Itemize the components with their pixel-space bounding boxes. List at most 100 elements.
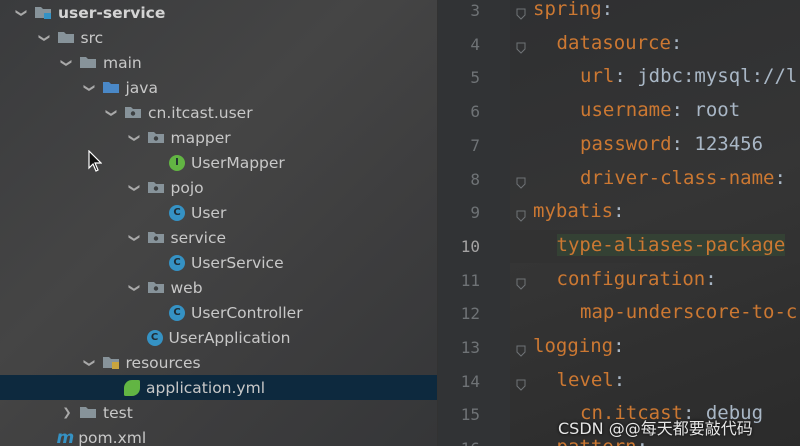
resources-folder-icon: [102, 356, 120, 369]
chevron-down-icon[interactable]: ❯: [82, 355, 98, 371]
tree-item-label: src: [80, 28, 104, 47]
code-line: map-underscore-to-c: [580, 301, 797, 323]
line-number: 7: [470, 135, 480, 155]
tree-item-mapper[interactable]: ❯ mapper: [0, 125, 437, 150]
tree-item-label: UserMapper: [191, 153, 285, 172]
chevron-down-icon[interactable]: ❯: [127, 230, 143, 246]
code-line: spring:: [533, 0, 613, 20]
watermark: CSDN @@每天都要敲代码: [558, 419, 753, 438]
line-number: 4: [470, 34, 480, 54]
code-line: mybatis:: [533, 200, 625, 222]
tree-item-usercontroller[interactable]: C UserController: [0, 300, 437, 325]
yaml-key: spring: [533, 0, 602, 20]
line-number: 11: [460, 270, 480, 290]
tree-item-service[interactable]: ❯ service: [0, 225, 437, 250]
yaml-separator: :: [774, 166, 786, 189]
yaml-key: map-underscore-to-c: [580, 301, 798, 324]
yaml-value: jdbc:mysql://l: [637, 65, 798, 88]
chevron-down-icon[interactable]: ❯: [14, 5, 30, 21]
yaml-key: password: [580, 132, 672, 155]
package-icon: [147, 281, 165, 294]
line-number: 15: [460, 405, 480, 425]
yaml-separator: :: [670, 31, 683, 54]
tree-item-label: pojo: [170, 178, 204, 197]
fold-marker-icon[interactable]: [516, 174, 526, 189]
tree-item-cn-itcast-user[interactable]: ❯ cn.itcast.user: [0, 100, 437, 125]
line-number: 14: [460, 371, 480, 391]
chevron-down-icon[interactable]: ❯: [127, 180, 143, 196]
mouse-cursor-icon: [88, 149, 103, 176]
maven-icon: m: [56, 427, 75, 446]
line-number: 16: [438, 439, 480, 446]
tree-item-label: pom.xml: [78, 428, 147, 446]
yaml-separator: :: [705, 267, 717, 290]
folder-icon: [79, 56, 97, 69]
tree-item-usermapper[interactable]: I UserMapper: [0, 150, 437, 175]
package-icon: [147, 231, 165, 244]
tree-item-pojo[interactable]: ❯ pojo: [0, 175, 437, 200]
tree-item-label: UserService: [191, 253, 284, 272]
package-icon: [147, 131, 165, 144]
source-folder-icon: [102, 81, 120, 94]
line-number: 5: [470, 68, 480, 88]
chevron-down-icon[interactable]: ❯: [127, 130, 143, 146]
code-line: level:: [557, 369, 626, 391]
yaml-key: driver-class-name: [580, 166, 775, 189]
tree-item-test[interactable]: ❯ test: [0, 400, 437, 425]
tree-item-label: service: [170, 228, 227, 247]
chevron-down-icon[interactable]: ❯: [59, 55, 75, 71]
class-icon: C: [169, 254, 185, 271]
yaml-key: mybatis: [533, 200, 614, 223]
chevron-down-icon[interactable]: ❯: [104, 105, 120, 121]
spring-application-icon: C: [146, 329, 163, 346]
tree-item-label: User: [191, 203, 227, 222]
fold-marker-icon[interactable]: [516, 39, 526, 54]
chevron-right-icon[interactable]: ❯: [59, 405, 75, 421]
code-line: logging:: [533, 335, 625, 357]
tree-item-web[interactable]: ❯ web: [0, 275, 437, 300]
fold-marker-icon[interactable]: [516, 207, 526, 222]
chevron-down-icon[interactable]: ❯: [82, 80, 98, 96]
tree-item-label: resources: [125, 353, 201, 372]
tree-item-src[interactable]: ❯ src: [0, 25, 437, 50]
tree-item-userservice[interactable]: C UserService: [0, 250, 437, 275]
tree-item-resources[interactable]: ❯ resources: [0, 350, 437, 375]
package-icon: [124, 106, 142, 119]
tree-item-user-service[interactable]: ❯ user-service: [0, 0, 437, 25]
chevron-down-icon[interactable]: ❯: [37, 30, 53, 46]
fold-marker-icon[interactable]: [516, 275, 526, 290]
tree-item-application-yml[interactable]: application.yml: [0, 375, 437, 400]
line-number: 12: [460, 304, 480, 324]
code-line: password: 123456: [580, 133, 763, 155]
yaml-key: level: [556, 368, 614, 391]
yaml-separator: :: [613, 335, 625, 357]
yaml-key: configuration: [556, 267, 706, 290]
tree-item-user[interactable]: C User: [0, 200, 437, 225]
tree-item-main[interactable]: ❯ main: [0, 50, 437, 75]
code-line: datasource:: [557, 32, 683, 54]
yaml-separator: :: [613, 368, 626, 391]
code-editor[interactable]: 345678910111213141516 spring:datasource:…: [438, 0, 800, 446]
yaml-key: url: [580, 65, 615, 88]
fold-marker-icon[interactable]: [516, 376, 526, 391]
folder-icon: [79, 406, 97, 419]
tree-item-pom-xml[interactable]: m pom.xml: [0, 425, 437, 446]
tree-item-java[interactable]: ❯ java: [0, 75, 437, 100]
line-number: 10: [460, 236, 480, 256]
class-icon: C: [169, 204, 185, 221]
interface-icon: I: [169, 154, 185, 171]
line-number: 8: [470, 169, 480, 189]
tree-item-label: test: [103, 403, 133, 422]
chevron-down-icon[interactable]: ❯: [127, 280, 143, 296]
fold-marker-icon[interactable]: [516, 342, 526, 357]
line-number: 13: [460, 338, 480, 357]
code-line: configuration:: [557, 268, 717, 290]
line-number-gutter: 3 4 5 6 7 8 9 10 11 12 13 14 15 16: [438, 0, 510, 446]
tree-item-userapplication[interactable]: C UserApplication: [0, 325, 437, 350]
tree-item-label: java: [125, 78, 158, 97]
code-line: type-aliases-package: [556, 233, 786, 256]
line-number: 9: [470, 203, 480, 223]
tree-item-label: mapper: [170, 128, 231, 147]
fold-marker-icon[interactable]: [516, 5, 526, 20]
tree-item-label: main: [103, 53, 142, 72]
